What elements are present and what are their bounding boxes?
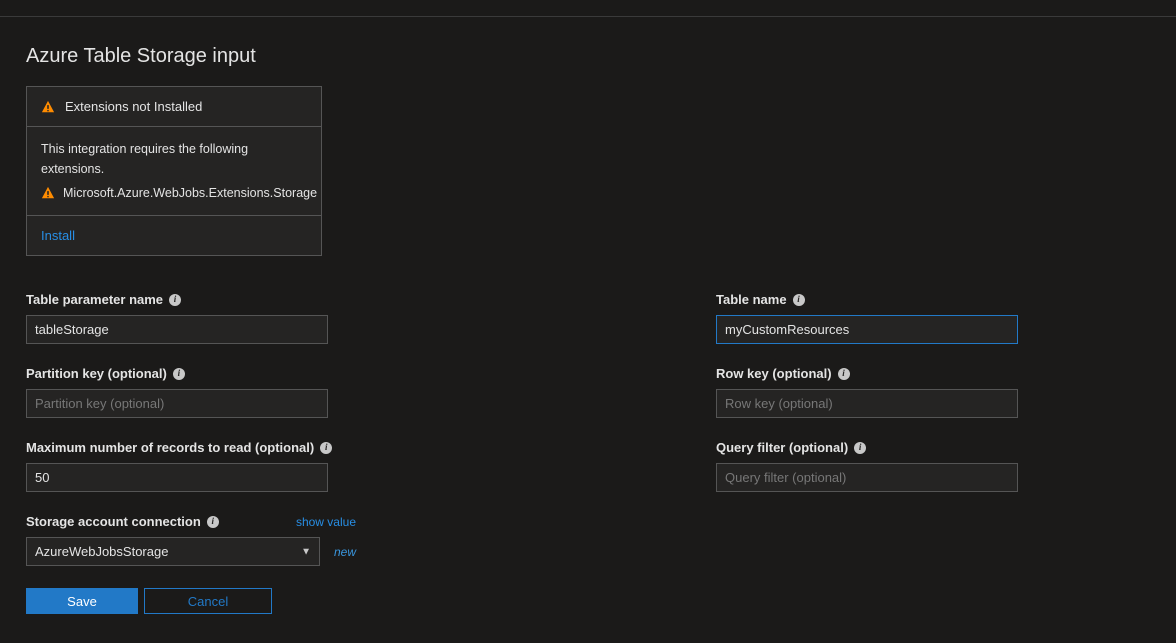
info-icon[interactable]: i <box>320 442 332 454</box>
new-link[interactable]: new <box>334 545 356 559</box>
partition-key-label: Partition key (optional) <box>26 366 167 381</box>
info-icon[interactable]: i <box>207 516 219 528</box>
table-name-label: Table name <box>716 292 787 307</box>
info-icon[interactable]: i <box>173 368 185 380</box>
info-icon[interactable]: i <box>169 294 181 306</box>
info-icon[interactable]: i <box>793 294 805 306</box>
info-icon[interactable]: i <box>854 442 866 454</box>
max-records-label: Maximum number of records to read (optio… <box>26 440 314 455</box>
partition-key-input[interactable] <box>26 389 328 418</box>
extensions-header: Extensions not Installed <box>27 87 321 127</box>
row-key-label: Row key (optional) <box>716 366 832 381</box>
extensions-item: Microsoft.Azure.WebJobs.Extensions.Stora… <box>63 183 317 203</box>
table-param-input[interactable] <box>26 315 328 344</box>
storage-conn-label: Storage account connection <box>26 514 201 529</box>
show-value-link[interactable]: show value <box>296 515 356 529</box>
chevron-down-icon: ▼ <box>301 546 311 557</box>
info-icon[interactable]: i <box>838 368 850 380</box>
extensions-body-text: This integration requires the following … <box>41 139 307 179</box>
table-name-input[interactable] <box>716 315 1018 344</box>
warning-icon <box>41 100 55 114</box>
max-records-input[interactable] <box>26 463 328 492</box>
storage-conn-selected: AzureWebJobsStorage <box>35 544 168 559</box>
extensions-body: This integration requires the following … <box>27 127 321 216</box>
table-param-label: Table parameter name <box>26 292 163 307</box>
extensions-card: Extensions not Installed This integratio… <box>26 86 322 256</box>
query-filter-input[interactable] <box>716 463 1018 492</box>
page-title: Azure Table Storage input <box>26 45 1150 68</box>
row-key-input[interactable] <box>716 389 1018 418</box>
save-button[interactable]: Save <box>26 588 138 614</box>
right-column: Table name i Row key (optional) i Query … <box>716 292 1018 614</box>
query-filter-label: Query filter (optional) <box>716 440 848 455</box>
storage-conn-select[interactable]: AzureWebJobsStorage ▼ <box>26 537 320 566</box>
warning-icon <box>41 186 55 200</box>
left-column: Table parameter name i Partition key (op… <box>26 292 356 614</box>
cancel-button[interactable]: Cancel <box>144 588 272 614</box>
extensions-header-text: Extensions not Installed <box>65 99 202 114</box>
install-link[interactable]: Install <box>41 228 75 243</box>
